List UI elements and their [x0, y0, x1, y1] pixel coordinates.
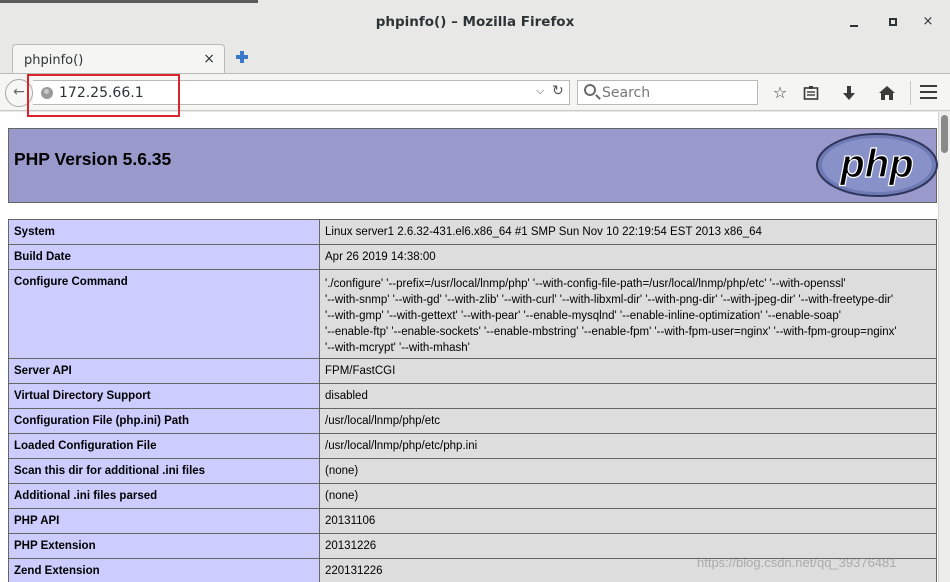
search-box[interactable] — [577, 80, 758, 105]
tab-phpinfo[interactable]: phpinfo() × — [12, 44, 225, 74]
row-key: PHP API — [14, 515, 60, 527]
row-value: FPM/FastCGI — [325, 365, 396, 377]
row-key: Loaded Configuration File — [14, 440, 157, 452]
watermark-text: https://blog.csdn.net/qq_39376481 — [697, 555, 897, 570]
configure-command-value: './configure' '--prefix=/usr/local/lnmp/… — [325, 270, 931, 356]
row-key: PHP Extension — [14, 540, 96, 552]
row-value: (none) — [325, 465, 359, 477]
maximize-button[interactable] — [883, 12, 903, 32]
title-bar: phpinfo() – Mozilla Firefox × — [0, 3, 950, 41]
row-key: Additional .ini files parsed — [14, 490, 158, 502]
search-icon — [584, 84, 596, 96]
tab-label: phpinfo() — [24, 53, 84, 68]
table-row: PHP API 20131106 — [8, 508, 937, 534]
row-key: System — [14, 226, 55, 238]
table-row: Configuration File (php.ini) Path/usr/lo… — [8, 408, 937, 434]
row-value: Linux server1 2.6.32-431.el6.x86_64 #1 S… — [325, 226, 762, 238]
bookmark-star-icon[interactable]: ☆ — [769, 82, 791, 104]
scrollbar-thumb[interactable] — [941, 115, 948, 153]
table-row: Loaded Configuration File/usr/local/lnmp… — [8, 433, 937, 459]
configure-line: './configure' '--prefix=/usr/local/lnmp/… — [325, 278, 846, 290]
table-row: Additional .ini files parsed (none) — [8, 483, 937, 509]
configure-line: '--with-mcrypt' '--with-mhash' — [325, 342, 470, 354]
new-tab-button[interactable] — [234, 49, 250, 65]
tab-close-icon[interactable]: × — [203, 51, 215, 67]
row-key: Zend Extension — [14, 565, 100, 577]
row-key: Server API — [14, 365, 72, 377]
window-title: phpinfo() – Mozilla Firefox — [375, 14, 575, 30]
chevron-down-icon[interactable]: ⌵ — [536, 84, 544, 98]
row-value: /usr/local/lnmp/php/etc — [325, 415, 441, 427]
table-row: Scan this dir for additional .ini files (… — [8, 458, 937, 484]
minimize-button[interactable] — [845, 12, 865, 32]
row-value: Apr 26 2019 14:38:00 — [325, 251, 436, 263]
row-key: Configuration File (php.ini) Path — [14, 415, 190, 427]
row-value: disabled — [325, 390, 368, 402]
table-row: Build Date Apr 26 2019 14:38:00 — [8, 244, 937, 270]
table-row: System Linux server1 2.6.32-431.el6.x86_6… — [8, 219, 937, 245]
phpinfo-table: System Linux server1 2.6.32-431.el6.x86_6… — [8, 219, 937, 582]
tab-bar: phpinfo() × — [0, 41, 950, 74]
toolbar-separator — [910, 81, 911, 105]
firefox-window: phpinfo() – Mozilla Firefox × phpinfo() … — [0, 0, 950, 582]
page-content: PHP Version 5.6.35 php System Linux serve… — [0, 112, 938, 582]
php-header: PHP Version 5.6.35 php — [8, 128, 938, 203]
search-input[interactable] — [602, 84, 752, 102]
row-value: 20131106 — [325, 515, 376, 527]
php-version-heading: PHP Version 5.6.35 — [14, 149, 172, 169]
configure-line: '--with-snmp' '--with-gd' '--with-zlib' … — [325, 294, 894, 306]
row-value: 20131226 — [325, 540, 377, 552]
row-value: (none) — [325, 490, 359, 502]
configure-line: '--enable-ftp' '--enable-sockets' '--ena… — [325, 326, 897, 338]
row-key: Virtual Directory Support — [14, 390, 151, 402]
php-logo-icon: php — [816, 133, 938, 197]
back-arrow-icon: ← — [13, 84, 25, 100]
url-highlight-box — [27, 74, 180, 117]
minimize-icon — [850, 25, 858, 27]
table-row: Configure Command './configure' '--prefi… — [8, 269, 937, 359]
table-row: Server API FPM/FastCGI — [8, 358, 937, 384]
table-row: Virtual Directory Support disabled — [8, 383, 937, 409]
vertical-scrollbar[interactable] — [938, 112, 950, 582]
row-key: Configure Command — [14, 276, 128, 288]
home-icon[interactable] — [876, 82, 898, 104]
close-window-button[interactable]: × — [918, 12, 938, 32]
reload-icon[interactable]: ↻ — [552, 83, 564, 99]
row-key: Build Date — [14, 251, 71, 263]
download-icon[interactable] — [838, 82, 860, 104]
reader-view-icon[interactable] — [800, 82, 822, 104]
php-logo-text: php — [839, 142, 913, 186]
row-key: Scan this dir for additional .ini files — [14, 465, 206, 477]
configure-line: '--with-gmp' '--with-gettext' '--with-pe… — [325, 310, 841, 322]
maximize-icon — [889, 18, 897, 26]
row-value: /usr/local/lnmp/php/etc/php.ini — [325, 440, 478, 452]
hamburger-menu-icon[interactable] — [920, 85, 937, 99]
